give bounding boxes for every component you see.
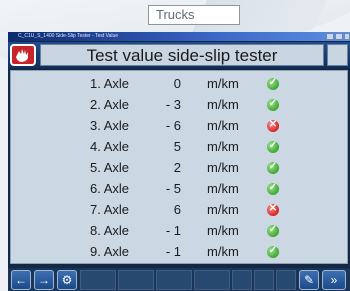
- window-title: C_C1U_S_1400 Side-Slip Tester - Test Val…: [18, 33, 119, 39]
- window-titlebar: C_C1U_S_1400 Side-Slip Tester - Test Val…: [8, 32, 350, 41]
- empty-slot: [232, 270, 252, 290]
- maximize-button[interactable]: [335, 33, 343, 40]
- axle-label: 6. Axle: [90, 181, 130, 196]
- corner-button[interactable]: [327, 44, 348, 66]
- hand-icon[interactable]: [10, 44, 36, 66]
- minimize-button[interactable]: [326, 33, 334, 40]
- empty-slot: [156, 270, 192, 290]
- result-row: 4. Axle 5 m/km ✓: [11, 139, 347, 155]
- check-ok-icon: ✓: [267, 161, 279, 174]
- results-panel: 1. Axle 0 m/km ✓ 2. Axle - 3 m/km ✓ 3. A…: [10, 70, 348, 264]
- app-window: C_C1U_S_1400 Side-Slip Tester - Test Val…: [8, 32, 350, 291]
- result-row: 6. Axle - 5 m/km ✓: [11, 181, 347, 197]
- fail-cross-icon: ✕: [267, 119, 279, 132]
- axle-unit: m/km: [207, 76, 239, 91]
- axle-unit: m/km: [207, 202, 239, 217]
- axle-value: - 5: [165, 181, 181, 196]
- check-ok-icon: ✓: [267, 224, 279, 237]
- axle-unit: m/km: [207, 97, 239, 112]
- tool-icon[interactable]: ✎: [299, 270, 319, 290]
- close-button[interactable]: [344, 33, 350, 40]
- axle-label: 5. Axle: [90, 160, 130, 175]
- result-row: 3. Axle - 6 m/km ✕: [11, 118, 347, 134]
- axle-unit: m/km: [207, 139, 239, 154]
- fail-cross-icon: ✕: [267, 203, 279, 216]
- axle-label: 7. Axle: [90, 202, 130, 217]
- axle-value: 6: [173, 202, 181, 217]
- result-row: 7. Axle 6 m/km ✕: [11, 202, 347, 218]
- axle-value: - 3: [165, 97, 181, 112]
- axle-value: - 1: [165, 244, 181, 259]
- axle-unit: m/km: [207, 118, 239, 133]
- forward-arrow-icon[interactable]: →: [34, 270, 54, 290]
- empty-slot: [80, 270, 116, 290]
- check-ok-icon: ✓: [267, 98, 279, 111]
- axle-unit: m/km: [207, 223, 239, 238]
- axle-label: 2. Axle: [90, 97, 130, 112]
- check-ok-icon: ✓: [267, 245, 279, 258]
- axle-value: - 1: [165, 223, 181, 238]
- axle-value: - 6: [165, 118, 181, 133]
- axle-label: 8. Axle: [90, 223, 130, 238]
- result-row: 9. Axle - 1 m/km ✓: [11, 244, 347, 260]
- axle-value: 0: [173, 76, 181, 91]
- figure-caption: Trucks: [148, 5, 240, 25]
- empty-slot: [276, 270, 296, 290]
- next-icon[interactable]: »: [322, 270, 346, 290]
- axle-unit: m/km: [207, 244, 239, 259]
- screen-title: Test value side-slip tester: [40, 44, 324, 66]
- bottom-toolbar: ← → ⚙ ✎ »: [8, 268, 350, 291]
- check-ok-icon: ✓: [267, 182, 279, 195]
- empty-slot: [194, 270, 230, 290]
- axle-unit: m/km: [207, 181, 239, 196]
- check-ok-icon: ✓: [267, 140, 279, 153]
- result-row: 8. Axle - 1 m/km ✓: [11, 223, 347, 239]
- check-ok-icon: ✓: [267, 77, 279, 90]
- back-arrow-icon[interactable]: ←: [11, 270, 31, 290]
- result-row: 5. Axle 2 m/km ✓: [11, 160, 347, 176]
- axle-label: 3. Axle: [90, 118, 130, 133]
- axle-label: 4. Axle: [90, 139, 130, 154]
- empty-slot: [118, 270, 154, 290]
- settings-icon[interactable]: ⚙: [57, 270, 77, 290]
- empty-slot: [254, 270, 274, 290]
- axle-label: 9. Axle: [90, 244, 130, 259]
- axle-value: 5: [173, 139, 181, 154]
- axle-unit: m/km: [207, 160, 239, 175]
- result-row: 1. Axle 0 m/km ✓: [11, 76, 347, 92]
- screen-header: Test value side-slip tester: [8, 42, 350, 68]
- result-row: 2. Axle - 3 m/km ✓: [11, 97, 347, 113]
- axle-label: 1. Axle: [90, 76, 130, 91]
- axle-value: 2: [173, 160, 181, 175]
